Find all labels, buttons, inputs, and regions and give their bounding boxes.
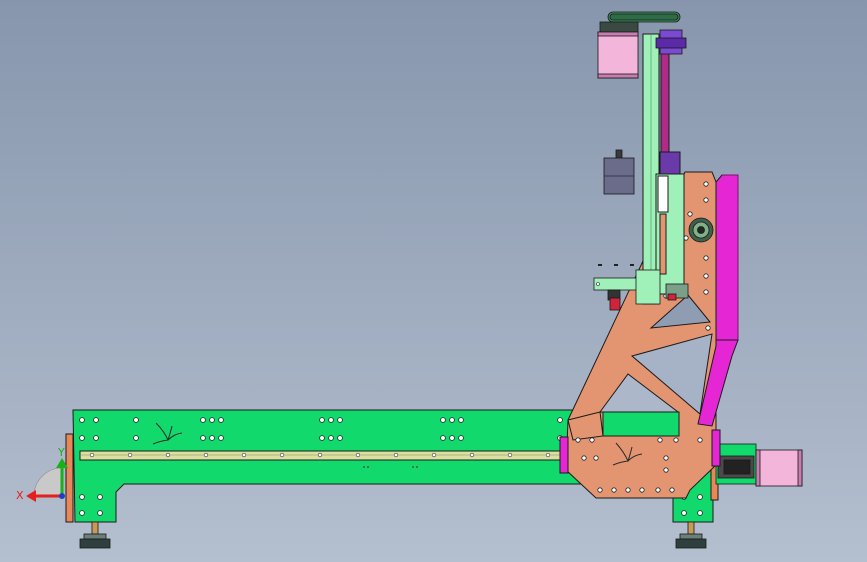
gantry-bearing-icon [688, 217, 714, 243]
left-end-plate [65, 433, 74, 523]
z-axis-motor [597, 21, 639, 79]
x-axis-motor [715, 443, 803, 487]
x-linear-rail [79, 450, 569, 461]
gantry-slot [602, 411, 680, 437]
triad-y-label: Y [57, 446, 65, 459]
triad-x-label: X [16, 489, 24, 502]
cad-viewport[interactable]: X Y [0, 0, 867, 562]
